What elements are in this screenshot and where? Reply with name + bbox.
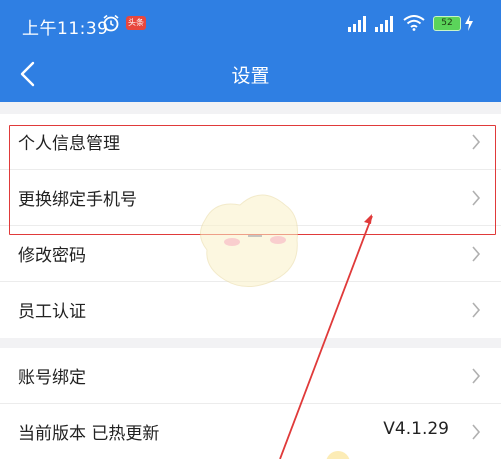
- chevron-right-icon: [472, 424, 481, 440]
- wifi-icon: [403, 15, 425, 31]
- settings-item-label: 账号绑定: [18, 368, 86, 388]
- settings-item-label: 员工认证: [18, 302, 86, 322]
- chevron-right-icon: [472, 368, 481, 384]
- alarm-clock-icon: [103, 14, 119, 32]
- cellular-signal-icon: [348, 16, 366, 32]
- settings-item-version[interactable]: 当前版本 已热更新 V4.1.29: [0, 404, 501, 460]
- page-title: 设置: [231, 65, 270, 87]
- settings-item-label: 修改密码: [18, 246, 86, 266]
- status-bar: 上午11:39 头条 52: [0, 0, 501, 48]
- settings-group-app: 账号绑定 当前版本 已热更新 V4.1.29: [0, 348, 501, 460]
- annotation-highlight-box: [9, 125, 496, 235]
- cellular-signal-icon: [375, 16, 393, 32]
- charging-bolt-icon: [465, 15, 473, 31]
- news-app-icon: 头条: [126, 16, 146, 30]
- chevron-right-icon: [472, 302, 481, 318]
- navigation-bar: 设置: [0, 48, 501, 102]
- version-value: V4.1.29: [383, 419, 449, 439]
- settings-item-account-binding[interactable]: 账号绑定: [0, 348, 501, 404]
- app-header: 上午11:39 头条 52 设置: [0, 0, 501, 102]
- settings-item-employee-verification[interactable]: 员工认证: [0, 282, 501, 338]
- battery-indicator: 52: [433, 16, 461, 31]
- chevron-right-icon: [472, 246, 481, 262]
- status-time: 上午11:39: [22, 19, 109, 39]
- settings-item-label: 当前版本 已热更新: [18, 424, 160, 444]
